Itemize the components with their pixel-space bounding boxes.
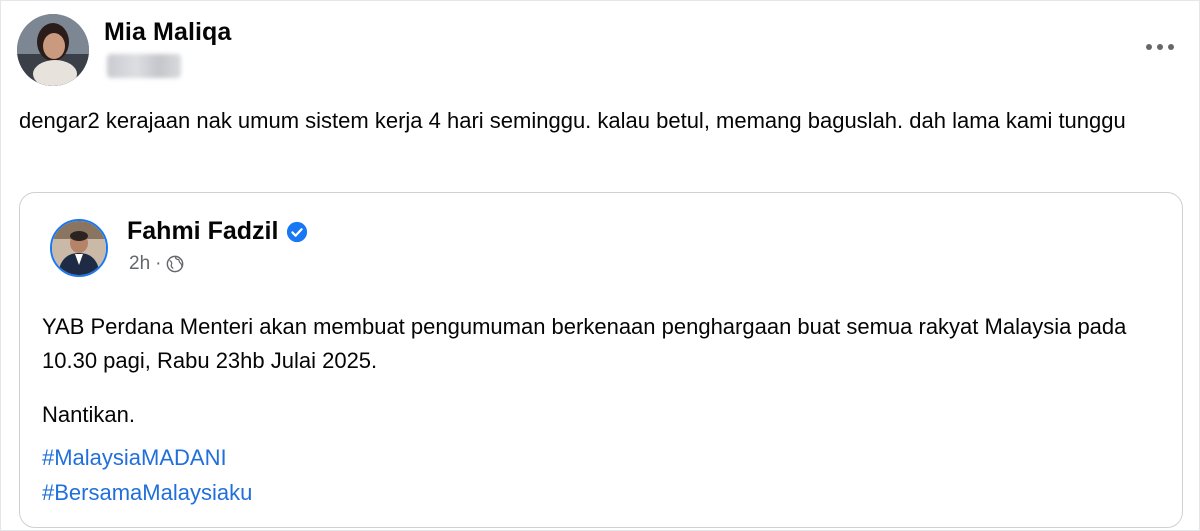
shared-post-body: YAB Perdana Menteri akan membuat pengumu… [42, 310, 1152, 505]
shared-author-avatar[interactable] [50, 219, 108, 277]
meta-separator: · [155, 253, 162, 274]
author-avatar[interactable] [17, 14, 89, 86]
author-name[interactable]: Mia Maliqa [104, 18, 231, 47]
hashtag-link[interactable]: #MalaysiaMADANI [42, 441, 227, 475]
post-time[interactable]: 2h [129, 253, 150, 275]
globe-icon[interactable] [166, 255, 184, 273]
shared-post-meta: 2h · [129, 253, 184, 275]
avatar-photo-icon [52, 221, 106, 275]
avatar-photo-icon [17, 14, 89, 86]
more-horizontal-icon [1146, 44, 1152, 50]
blurred-timestamp [107, 54, 181, 78]
facebook-post: Mia Maliqa dengar2 kerajaan nak umum sis… [0, 0, 1200, 531]
post-text: dengar2 kerajaan nak umum sistem kerja 4… [19, 108, 1126, 133]
shared-author-row: Fahmi Fadzil [127, 217, 308, 246]
more-options-button[interactable] [1139, 33, 1181, 61]
shared-post-paragraph: YAB Perdana Menteri akan membuat pengumu… [42, 314, 1127, 373]
verified-badge-icon [287, 221, 308, 242]
more-horizontal-icon [1157, 44, 1163, 50]
shared-author-name[interactable]: Fahmi Fadzil [127, 217, 278, 246]
hashtag-link[interactable]: #BersamaMalaysiaku [42, 476, 252, 510]
shared-post-paragraph: Nantikan. [42, 402, 135, 427]
shared-post-card[interactable]: Fahmi Fadzil 2h · YAB Perdana Menteri ak… [19, 192, 1183, 528]
more-horizontal-icon [1168, 44, 1174, 50]
